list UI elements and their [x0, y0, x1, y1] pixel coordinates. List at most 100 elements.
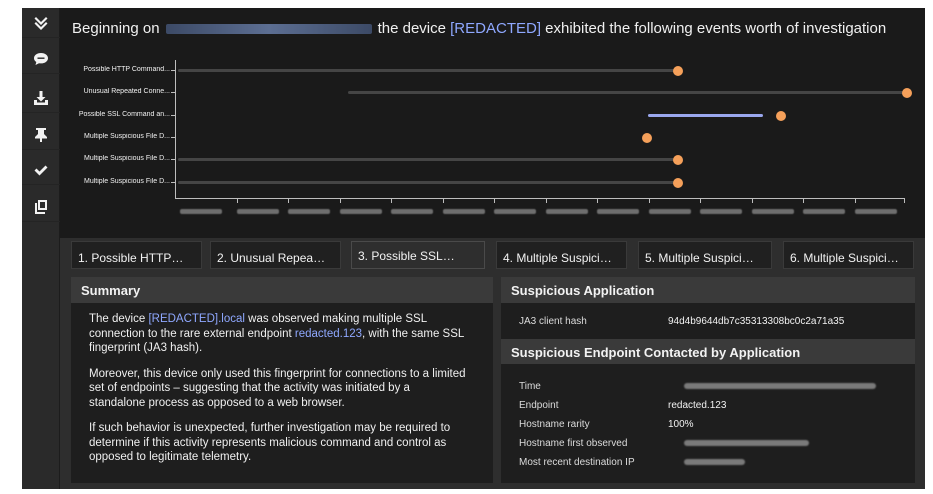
timeline-x-tick — [597, 198, 598, 203]
ja3-value: 94d4b9644db7c35313308bc0c2a71a35 — [668, 316, 845, 327]
timeline-x-tick — [803, 198, 804, 203]
page-title: Beginning on the device [REDACTED] exhibi… — [72, 20, 886, 37]
timeline-x-axis — [175, 198, 905, 199]
summary-heading: Summary — [71, 277, 493, 303]
timeline-event-line[interactable] — [178, 69, 676, 72]
check-icon — [34, 165, 48, 175]
timeline-date-redacted — [700, 209, 742, 214]
tab-event-3[interactable]: 3. Possible SSL… — [351, 241, 485, 269]
timeline-event-dot[interactable] — [673, 155, 683, 165]
timeline-x-tick — [340, 198, 341, 203]
timeline-date-redacted — [391, 209, 433, 214]
timeline-date-redacted — [803, 209, 845, 214]
app-frame: Beginning on the device [REDACTED] exhibi… — [22, 8, 925, 489]
timeline-date-redacted — [597, 209, 639, 214]
timeline-y-tick — [171, 115, 175, 116]
timeline-x-tick — [904, 198, 905, 203]
timeline-x-tick — [752, 198, 753, 203]
timeline-x-tick — [237, 198, 238, 203]
copy-icon — [35, 199, 47, 214]
summary-paragraph-2: Moreover, this device only used this fin… — [89, 367, 466, 409]
tab-event-5[interactable]: 5. Multiple Suspici… — [638, 241, 772, 269]
summary-text: The device — [89, 313, 149, 325]
event-tabs: 1. Possible HTTP… 2. Unusual Repea… 3. P… — [60, 238, 925, 272]
timeline-row-label: Multiple Suspicious File D... — [84, 178, 170, 185]
endpoint-panel: Suspicious Endpoint Contacted by Applica… — [501, 339, 915, 483]
timeline-x-tick — [288, 198, 289, 203]
timeline-date-redacted — [237, 209, 279, 214]
recent-ip-label: Most recent destination IP — [519, 457, 635, 468]
device-link[interactable]: [REDACTED].local — [148, 313, 245, 325]
timeline-y-tick — [171, 137, 175, 138]
timeline-date-redacted — [855, 209, 897, 214]
timeline-event-dot[interactable] — [673, 178, 683, 188]
tab-event-1[interactable]: 1. Possible HTTP… — [71, 241, 202, 269]
timeline-event-dot[interactable] — [642, 133, 652, 143]
timeline-date-redacted — [340, 209, 382, 214]
timeline-row-label: Unusual Repeated Conne... — [83, 88, 170, 95]
download-icon — [34, 90, 48, 105]
redacted-date — [165, 24, 372, 35]
copy-button[interactable] — [22, 192, 60, 222]
summary-body: The device [REDACTED].local was observed… — [89, 312, 469, 476]
timeline-row-label: Multiple Suspicious File D... — [84, 155, 170, 162]
timeline-y-tick — [171, 159, 175, 160]
recent-ip-value-redacted — [684, 459, 745, 465]
summary-panel: Summary The device [REDACTED].local was … — [71, 277, 493, 483]
timeline-date-redacted — [752, 209, 794, 214]
timeline-y-tick — [171, 92, 175, 93]
time-value-redacted — [684, 383, 876, 389]
timeline-event-line[interactable] — [178, 181, 676, 184]
first-observed-value-redacted — [684, 440, 809, 446]
timeline-y-axis — [175, 60, 176, 198]
endpoint-heading: Suspicious Endpoint Contacted by Applica… — [501, 339, 915, 364]
timeline-y-tick — [171, 182, 175, 183]
timeline-date-redacted — [494, 209, 536, 214]
suspicious-application-heading: Suspicious Application — [501, 277, 915, 303]
pin-button[interactable] — [22, 120, 60, 150]
timeline-row-label: Possible SSL Command an... — [78, 111, 170, 118]
timeline-event-line[interactable] — [178, 158, 676, 161]
timeline-x-tick — [649, 198, 650, 203]
title-device[interactable]: [REDACTED] — [450, 20, 541, 37]
title-suffix: exhibited the following events worth of … — [545, 20, 887, 37]
timeline-date-redacted — [443, 209, 485, 214]
collapse-icon — [34, 16, 48, 30]
timeline-header: Beginning on the device [REDACTED] exhibi… — [60, 8, 925, 238]
comment-button[interactable] — [22, 44, 60, 74]
time-label: Time — [519, 381, 541, 392]
timeline-event-line[interactable] — [348, 91, 908, 94]
comment-icon — [34, 52, 48, 65]
endpoint-value: redacted.123 — [668, 400, 727, 411]
timeline-date-redacted — [649, 209, 691, 214]
rarity-value: 100% — [668, 419, 694, 430]
title-middle: the device — [377, 20, 446, 37]
first-observed-label: Hostname first observed — [519, 438, 628, 449]
endpoint-link[interactable]: redacted.123 — [295, 328, 362, 340]
tab-event-4[interactable]: 4. Multiple Suspici… — [496, 241, 627, 269]
timeline-event-dot[interactable] — [673, 66, 683, 76]
collapse-button[interactable] — [22, 8, 60, 38]
timeline-date-redacted — [546, 209, 588, 214]
check-button[interactable] — [22, 155, 60, 185]
timeline-x-tick — [391, 198, 392, 203]
timeline-y-tick — [171, 70, 175, 71]
sidebar — [22, 8, 60, 489]
tab-event-6[interactable]: 6. Multiple Suspici… — [783, 241, 914, 269]
summary-paragraph-3: If such behavior is unexpected, further … — [89, 422, 451, 463]
summary-paragraph-1: The device [REDACTED].local was observed… — [89, 312, 469, 356]
timeline-event-dot[interactable] — [902, 88, 912, 98]
suspicious-application-panel: Suspicious Application JA3 client hash 9… — [501, 277, 915, 339]
timeline-row-label: Multiple Suspicious File D... — [84, 133, 170, 140]
ja3-label: JA3 client hash — [519, 316, 587, 327]
timeline-x-tick — [855, 198, 856, 203]
title-prefix: Beginning on — [72, 20, 160, 37]
tab-event-2[interactable]: 2. Unusual Repea… — [210, 241, 341, 269]
download-button[interactable] — [22, 83, 60, 113]
timeline-date-redacted — [180, 209, 222, 214]
timeline-x-tick — [546, 198, 547, 203]
timeline-event-line-active[interactable] — [648, 114, 763, 117]
pin-icon — [35, 127, 47, 142]
timeline-event-dot[interactable] — [776, 111, 786, 121]
endpoint-label: Endpoint — [519, 400, 559, 411]
